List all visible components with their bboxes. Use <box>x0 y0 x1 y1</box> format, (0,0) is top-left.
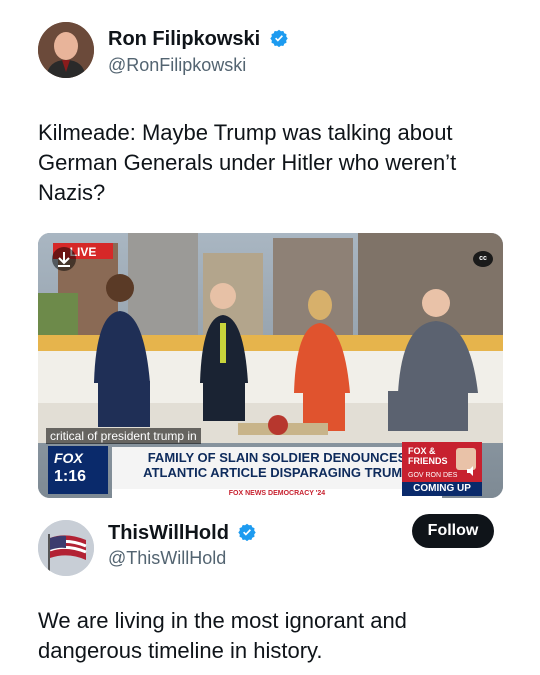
lower-third: critical of president trump in FOX 1:16 … <box>38 428 503 498</box>
author-handle[interactable]: @RonFilipkowski <box>108 55 246 76</box>
download-icon[interactable] <box>52 247 76 271</box>
author-avatar[interactable] <box>38 22 94 78</box>
headline-line-1: FAMILY OF SLAIN SOLDIER DENOUNCES <box>147 450 407 465</box>
author-avatar-2[interactable] <box>38 520 94 576</box>
tweet-text: Kilmeade: Maybe Trump was talking about … <box>38 120 457 205</box>
closed-captions-icon[interactable]: cc <box>473 251 493 267</box>
verified-badge-icon <box>270 29 288 47</box>
sub-bar: FOX NEWS DEMOCRACY '24 <box>112 489 442 498</box>
show-logo: FOX & FRIENDS <box>408 446 448 466</box>
author-name-2[interactable]: ThisWillHold <box>108 522 229 544</box>
tweet-text-2: We are living in the most ignorant and d… <box>38 608 407 663</box>
promo-text: GOV RON DES <box>408 472 458 479</box>
coming-up-label: COMING UP <box>402 482 482 496</box>
follow-button[interactable]: Follow <box>412 514 494 548</box>
avatar-photo <box>38 22 94 78</box>
video-player[interactable]: LIVE cc critical of president trump in F… <box>38 233 503 498</box>
flag-avatar-image <box>38 520 94 576</box>
author-name-row: Ron Filipkowski <box>108 28 288 51</box>
fox-logo-box: FOX 1:16 <box>48 446 108 494</box>
author-name-row-2: ThisWillHold <box>108 522 257 545</box>
author-name[interactable]: Ron Filipkowski <box>108 28 260 50</box>
headline-line-2: ATLANTIC ARTICLE DISPARAGING TRUMP <box>143 465 411 480</box>
video-timestamp: 1:16 <box>54 468 87 485</box>
verified-badge-icon <box>238 523 257 541</box>
caption-text: critical of president trump in <box>46 428 201 444</box>
author-handle-2[interactable]: @ThisWillHold <box>108 548 226 569</box>
headline-bar: FAMILY OF SLAIN SOLDIER DENOUNCES ATLANT… <box>112 447 442 489</box>
speaker-icon[interactable] <box>466 464 478 476</box>
channel-logo: FOX <box>54 450 83 466</box>
sub-bar-text: FOX NEWS DEMOCRACY '24 <box>228 490 326 497</box>
show-logo-box: FOX & FRIENDS GOV RON DES COMING UP <box>402 442 482 496</box>
